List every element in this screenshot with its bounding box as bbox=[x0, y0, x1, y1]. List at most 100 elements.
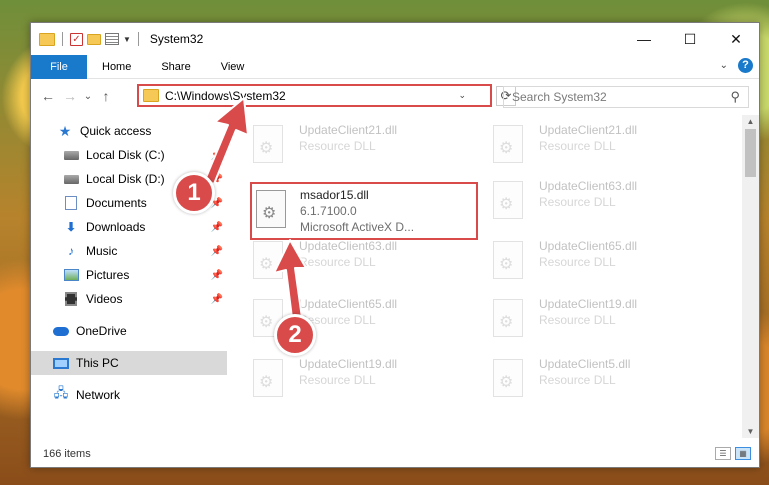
file-name: UpdateClient65.dll bbox=[539, 239, 638, 253]
folder-icon bbox=[39, 32, 55, 46]
sidebar-item-network[interactable]: 🖧 Network bbox=[31, 383, 227, 407]
list-item[interactable]: UpdateClient19.dll Resource DLL bbox=[493, 295, 713, 345]
forward-button[interactable]: → bbox=[59, 88, 81, 104]
sidebar-item-onedrive[interactable]: OneDrive bbox=[31, 319, 227, 343]
window-title: System32 bbox=[149, 32, 204, 46]
sidebar-item-label: Local Disk (C:) bbox=[86, 148, 165, 162]
address-path: C:\Windows\System32 bbox=[165, 88, 286, 103]
dll-file-icon bbox=[256, 190, 286, 228]
list-item[interactable]: UpdateClient63.dll Resource DLL bbox=[253, 237, 473, 287]
view-switcher: ☰ ▦ bbox=[715, 447, 751, 460]
file-name: UpdateClient65.dll bbox=[299, 297, 398, 311]
item-count: 166 items bbox=[43, 448, 91, 460]
search-input[interactable]: Search System32 ⚲ bbox=[503, 86, 749, 108]
sidebar-item-local-disk-c[interactable]: Local Disk (C:) 📌 bbox=[31, 143, 227, 167]
network-icon: 🖧 bbox=[53, 385, 69, 400]
sidebar-item-videos[interactable]: Videos 📌 bbox=[31, 287, 227, 311]
scroll-up-icon[interactable]: ▲ bbox=[742, 117, 759, 126]
file-name: UpdateClient19.dll bbox=[299, 357, 398, 371]
navigation-pane: ★ Quick access Local Disk (C:) 📌 Local D… bbox=[31, 119, 227, 435]
tab-view[interactable]: View bbox=[206, 55, 260, 79]
address-dropdown-icon[interactable]: ⌄ bbox=[458, 90, 466, 101]
file-type: Resource DLL bbox=[539, 255, 616, 269]
pin-icon[interactable]: 📌 bbox=[211, 222, 223, 233]
list-item[interactable]: UpdateClient19.dll Resource DLL bbox=[253, 355, 473, 405]
file-name: UpdateClient19.dll bbox=[539, 297, 638, 311]
sidebar-item-label: Pictures bbox=[86, 268, 130, 282]
expand-ribbon-chevron-icon[interactable]: ⌄ bbox=[720, 60, 728, 71]
tab-home[interactable]: Home bbox=[87, 55, 146, 79]
sidebar-item-label: Quick access bbox=[80, 124, 152, 138]
pin-icon[interactable]: 📌 bbox=[211, 150, 223, 161]
videos-icon bbox=[65, 292, 77, 306]
properties-icon[interactable] bbox=[105, 33, 119, 45]
close-button[interactable]: ✕ bbox=[713, 23, 759, 55]
list-item[interactable]: UpdateClient21.dll Resource DLL bbox=[493, 121, 713, 171]
back-button[interactable]: ← bbox=[37, 88, 59, 104]
file-name: UpdateClient21.dll bbox=[299, 123, 398, 137]
dll-file-icon bbox=[493, 125, 523, 163]
file-version: 6.1.7100.0 bbox=[300, 204, 357, 218]
sidebar-item-this-pc[interactable]: This PC bbox=[31, 351, 227, 375]
pin-icon[interactable]: 📌 bbox=[211, 246, 223, 257]
scroll-down-icon[interactable]: ▼ bbox=[742, 427, 759, 436]
pin-icon[interactable]: 📌 bbox=[211, 294, 223, 305]
pc-icon bbox=[53, 357, 69, 369]
maximize-button[interactable]: ☐ bbox=[667, 23, 713, 55]
divider bbox=[62, 32, 63, 46]
pictures-icon bbox=[63, 269, 79, 281]
vertical-scrollbar[interactable]: ▲ ▼ bbox=[742, 115, 759, 438]
help-icon[interactable]: ? bbox=[738, 58, 753, 73]
quick-access-toolbar: ✓ ▼ bbox=[31, 32, 142, 46]
sidebar-item-pictures[interactable]: Pictures 📌 bbox=[31, 263, 227, 287]
title-bar: ✓ ▼ System32 — ☐ ✕ bbox=[31, 23, 759, 55]
ribbon-tabs: File Home Share View ⌄ ? bbox=[31, 54, 759, 79]
window-controls: — ☐ ✕ bbox=[621, 23, 759, 55]
disk-icon bbox=[63, 174, 79, 184]
file-type: Resource DLL bbox=[539, 313, 616, 327]
file-type: Resource DLL bbox=[539, 373, 616, 387]
documents-icon bbox=[65, 196, 77, 210]
list-item[interactable]: UpdateClient21.dll Resource DLL bbox=[253, 121, 473, 171]
file-name: UpdateClient5.dll bbox=[539, 357, 631, 371]
list-item-selected[interactable]: msador15.dll 6.1.7100.0 Microsoft Active… bbox=[256, 186, 476, 236]
highlighted-file-msador15[interactable]: msador15.dll 6.1.7100.0 Microsoft Active… bbox=[250, 182, 478, 240]
file-description: Microsoft ActiveX D... bbox=[300, 220, 415, 234]
pin-icon[interactable]: 📌 bbox=[211, 270, 223, 281]
sidebar-item-downloads[interactable]: ⬇ Downloads 📌 bbox=[31, 215, 227, 239]
list-item[interactable]: UpdateClient65.dll Resource DLL bbox=[493, 237, 713, 287]
file-type: Resource DLL bbox=[299, 255, 376, 269]
sidebar-item-music[interactable]: ♪ Music 📌 bbox=[31, 239, 227, 263]
recent-locations-icon[interactable]: ⌄ bbox=[81, 91, 95, 102]
sidebar-item-label: Network bbox=[76, 388, 121, 402]
details-view-icon[interactable]: ☰ bbox=[715, 447, 731, 460]
tiles-view-icon[interactable]: ▦ bbox=[735, 447, 751, 460]
disk-icon bbox=[63, 150, 79, 160]
search-placeholder: Search System32 bbox=[512, 90, 607, 104]
sidebar-item-quick-access[interactable]: ★ Quick access bbox=[31, 119, 227, 143]
list-item[interactable]: UpdateClient5.dll Resource DLL bbox=[493, 355, 713, 405]
properties-check-icon[interactable]: ✓ bbox=[70, 32, 83, 46]
music-icon: ♪ bbox=[68, 244, 74, 258]
customize-toolbar-icon[interactable]: ▼ bbox=[123, 35, 131, 44]
sidebar-item-label: Downloads bbox=[86, 220, 146, 234]
onedrive-icon bbox=[53, 326, 69, 336]
up-button[interactable]: ↑ bbox=[95, 88, 117, 104]
sidebar-item-label: Local Disk (D:) bbox=[86, 172, 165, 186]
status-bar: 166 items ☰ ▦ bbox=[31, 441, 759, 467]
scroll-thumb[interactable] bbox=[745, 129, 756, 177]
sidebar-item-label: Videos bbox=[86, 292, 123, 306]
ribbon-right-controls: ⌄ ? bbox=[720, 58, 753, 73]
file-name: UpdateClient21.dll bbox=[539, 123, 638, 137]
file-name: UpdateClient63.dll bbox=[299, 239, 398, 253]
list-item[interactable]: UpdateClient63.dll Resource DLL bbox=[493, 177, 713, 227]
tab-share[interactable]: Share bbox=[146, 55, 205, 79]
dll-file-icon bbox=[253, 241, 283, 279]
new-folder-icon[interactable] bbox=[87, 33, 101, 45]
tab-file[interactable]: File bbox=[31, 54, 87, 79]
minimize-button[interactable]: — bbox=[621, 23, 667, 55]
file-type: Resource DLL bbox=[299, 373, 376, 387]
dll-file-icon bbox=[493, 181, 523, 219]
address-bar[interactable]: C:\Windows\System32 ⌄ bbox=[137, 84, 492, 107]
step-2-badge: 2 bbox=[274, 314, 316, 356]
